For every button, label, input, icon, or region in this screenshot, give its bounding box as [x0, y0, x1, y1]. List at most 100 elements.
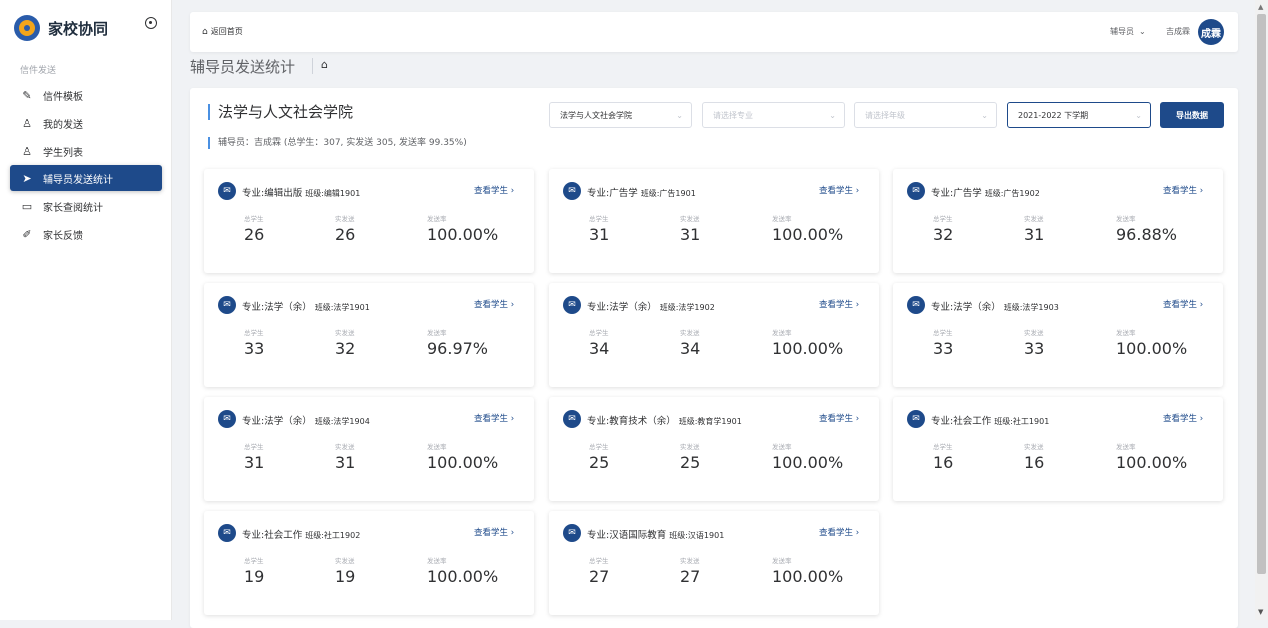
total-students-value: 26	[244, 225, 265, 244]
mail-icon: ✉	[563, 296, 581, 314]
mail-icon: ✉	[907, 410, 925, 428]
sidebar-item-label: 学生列表	[43, 147, 83, 159]
class-stat-card: ✉ 专业:社会工作 班级:社工1902 查看学生 › 总学生 实发送 发送率 19 19 100…	[204, 511, 534, 615]
view-students-label: 查看学生	[1163, 186, 1198, 196]
view-students-link[interactable]: 查看学生 ›	[474, 526, 514, 538]
total-students-label: 总学生	[589, 557, 609, 565]
class-name: 班级:教育学1901	[678, 417, 742, 426]
send-rate-label: 发送率	[427, 557, 447, 565]
sidebar: 家校协同 信件发送 ✎ 信件模板 ♙ 我的发送 ♙ 学生列表 ➤ 辅导员发送统计…	[0, 0, 172, 620]
send-rate-value: 100.00%	[1116, 339, 1188, 358]
major-select[interactable]: 请选择专业 ⌄	[702, 102, 845, 128]
sidebar-item-letter-templates[interactable]: ✎ 信件模板	[10, 82, 162, 108]
view-students-label: 查看学生	[474, 528, 509, 538]
sent-label: 实发送	[335, 215, 355, 223]
total-students-value: 16	[933, 453, 954, 472]
send-rate-value: 100.00%	[427, 567, 499, 586]
chevron-down-icon: ⌄	[1139, 27, 1146, 36]
view-students-link[interactable]: 查看学生 ›	[474, 298, 514, 310]
view-students-link[interactable]: 查看学生 ›	[1163, 412, 1203, 424]
scroll-up-icon[interactable]: ▲	[1258, 3, 1263, 11]
export-data-button[interactable]: 导出数据	[1160, 102, 1224, 128]
view-students-link[interactable]: 查看学生 ›	[819, 184, 859, 196]
sidebar-item-parent-read-stats[interactable]: ▭ 家长查阅统计	[10, 193, 162, 219]
scroll-down-icon[interactable]: ▼	[1258, 608, 1263, 616]
major-select-placeholder: 请选择专业	[713, 110, 753, 120]
send-rate-value: 100.00%	[772, 453, 844, 472]
home-icon[interactable]: ⌂	[321, 58, 328, 71]
view-students-link[interactable]: 查看学生 ›	[819, 298, 859, 310]
class-name: 班级:广告1902	[984, 189, 1040, 198]
avatar[interactable]: 成霖	[1198, 19, 1224, 45]
chevron-right-icon: ›	[1199, 300, 1204, 310]
scrollbar-thumb[interactable]	[1257, 14, 1266, 574]
sidebar-item-label: 家长查阅统计	[43, 202, 103, 214]
edit-icon: ✎	[22, 88, 32, 102]
send-rate-label: 发送率	[772, 443, 792, 451]
major-name: 专业:法学（余）	[587, 302, 657, 313]
sent-value: 31	[680, 225, 701, 244]
view-students-link[interactable]: 查看学生 ›	[1163, 184, 1203, 196]
back-home-link[interactable]: ⌂ 返回首页	[202, 26, 243, 37]
mail-icon: ✉	[563, 182, 581, 200]
send-rate-label: 发送率	[1116, 215, 1136, 223]
brand[interactable]: 家校协同	[14, 14, 108, 42]
grade-select-placeholder: 请选择年级	[865, 110, 905, 120]
view-students-link[interactable]: 查看学生 ›	[1163, 298, 1203, 310]
class-stat-card: ✉ 专业:广告学 班级:广告1902 查看学生 › 总学生 实发送 发送率 32 31 96.8…	[893, 169, 1223, 273]
page-scrollbar[interactable]: ▲ ▼	[1255, 0, 1268, 620]
sent-label: 实发送	[1024, 215, 1044, 223]
class-stat-card: ✉ 专业:编辑出版 班级:编辑1901 查看学生 › 总学生 实发送 发送率 26 26 100…	[204, 169, 534, 273]
total-students-label: 总学生	[244, 215, 264, 223]
total-students-label: 总学生	[933, 329, 953, 337]
total-students-value: 32	[933, 225, 954, 244]
view-students-link[interactable]: 查看学生 ›	[819, 526, 859, 538]
send-rate-value: 100.00%	[772, 225, 844, 244]
class-name: 班级:社工1901	[994, 417, 1050, 426]
chevron-right-icon: ›	[510, 414, 515, 424]
sidebar-item-parent-feedback[interactable]: ✐ 家长反馈	[10, 221, 162, 247]
view-students-label: 查看学生	[819, 414, 854, 424]
term-select[interactable]: 2021-2022 下学期 ⌄	[1007, 102, 1151, 128]
sidebar-item-student-list[interactable]: ♙ 学生列表	[10, 138, 162, 164]
chevron-right-icon: ›	[855, 414, 860, 424]
total-students-value: 31	[244, 453, 265, 472]
view-students-label: 查看学生	[474, 186, 509, 196]
total-students-label: 总学生	[933, 443, 953, 451]
card-title: 专业:法学（余） 班级:法学1904	[242, 413, 370, 427]
class-stat-card: ✉ 专业:教育技术（余） 班级:教育学1901 查看学生 › 总学生 实发送 发送率 25 2…	[549, 397, 879, 501]
class-name: 班级:汉语1901	[669, 531, 725, 540]
send-rate-value: 96.88%	[1116, 225, 1178, 244]
view-students-link[interactable]: 查看学生 ›	[474, 412, 514, 424]
major-name: 专业:教育技术（余）	[587, 416, 676, 427]
user-icon: ♙	[22, 116, 32, 130]
sidebar-item-label: 辅导员发送统计	[43, 174, 113, 186]
top-bar: ⌂ 返回首页 辅导员 ⌄ 吉成霖 成霖	[190, 12, 1238, 52]
college-select[interactable]: 法学与人文社会学院 ⌄	[549, 102, 692, 128]
grade-select[interactable]: 请选择年级 ⌄	[854, 102, 997, 128]
home-icon: ⌂	[202, 26, 208, 37]
sent-value: 27	[680, 567, 701, 586]
brand-name: 家校协同	[48, 19, 109, 38]
class-name: 班级:编辑1901	[305, 189, 361, 198]
view-students-link[interactable]: 查看学生 ›	[474, 184, 514, 196]
sent-value: 32	[335, 339, 356, 358]
sent-label: 实发送	[335, 557, 355, 565]
collapse-sidebar-icon[interactable]	[145, 17, 157, 29]
user-name: 吉成霖	[1166, 27, 1190, 36]
card-title: 专业:编辑出版 班级:编辑1901	[242, 185, 360, 199]
role-label: 辅导员	[1110, 27, 1134, 36]
class-name: 班级:社工1902	[305, 531, 361, 540]
view-students-link[interactable]: 查看学生 ›	[819, 412, 859, 424]
sent-label: 实发送	[1024, 443, 1044, 451]
sent-label: 实发送	[680, 443, 700, 451]
chevron-right-icon: ›	[510, 528, 515, 538]
class-stat-card: ✉ 专业:法学（余） 班级:法学1902 查看学生 › 总学生 实发送 发送率 34 34 10…	[549, 283, 879, 387]
back-home-label: 返回首页	[210, 27, 243, 36]
role-dropdown[interactable]: 辅导员 ⌄	[1110, 26, 1146, 37]
college-title: 法学与人文社会学院	[208, 104, 353, 120]
total-students-value: 19	[244, 567, 265, 586]
card-title: 专业:广告学 班级:广告1901	[587, 185, 696, 199]
sidebar-item-my-sent[interactable]: ♙ 我的发送	[10, 110, 162, 136]
sidebar-item-counselor-stats[interactable]: ➤ 辅导员发送统计	[10, 165, 162, 191]
